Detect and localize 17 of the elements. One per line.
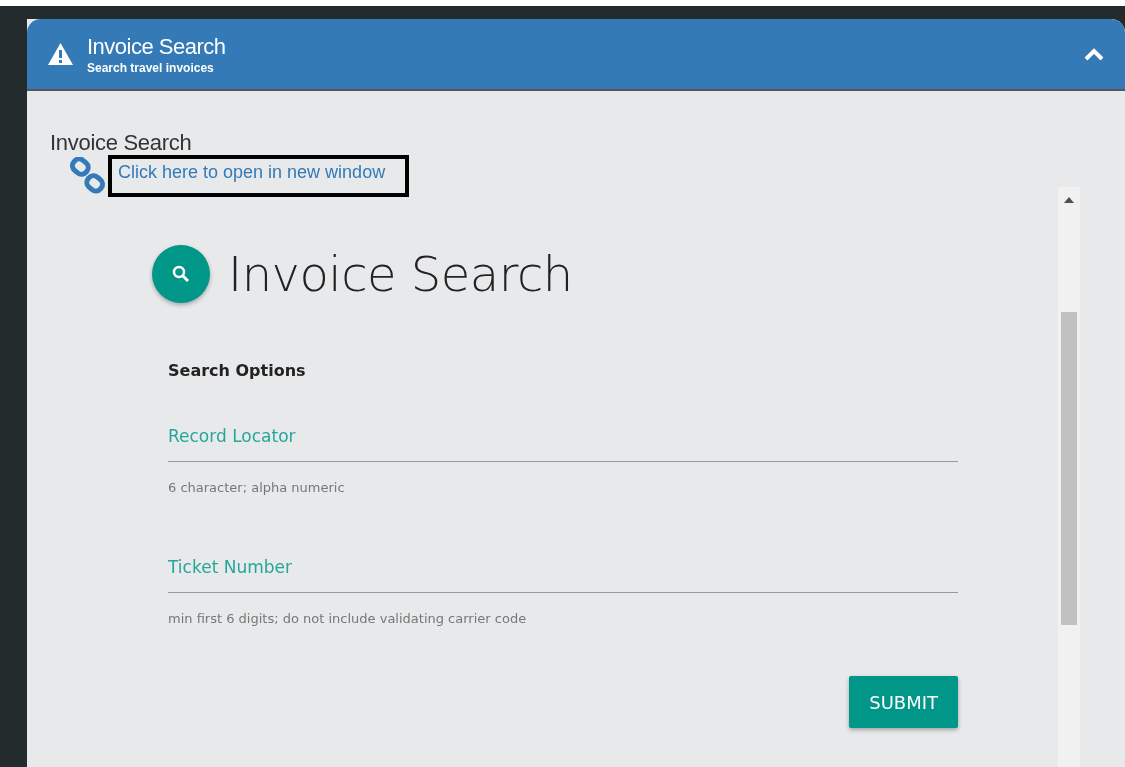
submit-button[interactable]: SUBMIT: [849, 676, 958, 728]
warning-icon: [48, 43, 73, 65]
scroll-up-icon[interactable]: [1064, 197, 1074, 203]
page-title: Invoice Search: [50, 131, 192, 155]
field-hint: min first 6 digits; do not include validating carrier code: [168, 611, 527, 626]
frame-heading: Invoice Search: [228, 246, 573, 302]
chain-link-icon: [69, 157, 107, 195]
search-icon: [152, 245, 210, 303]
input-field[interactable]: Record Locator: [168, 426, 958, 462]
scrollbar[interactable]: [1058, 187, 1080, 767]
input-field[interactable]: Ticket Number: [168, 557, 958, 593]
collapse-icon[interactable]: [1083, 46, 1105, 62]
section-title: Search Options: [168, 361, 306, 380]
panel-subtitle: Search travel invoices: [87, 60, 215, 75]
panel-title: Invoice Search: [87, 33, 227, 60]
open-new-window-link[interactable]: Click here to open in new window: [108, 155, 410, 197]
field-hint: 6 character; alpha numeric: [168, 480, 345, 495]
